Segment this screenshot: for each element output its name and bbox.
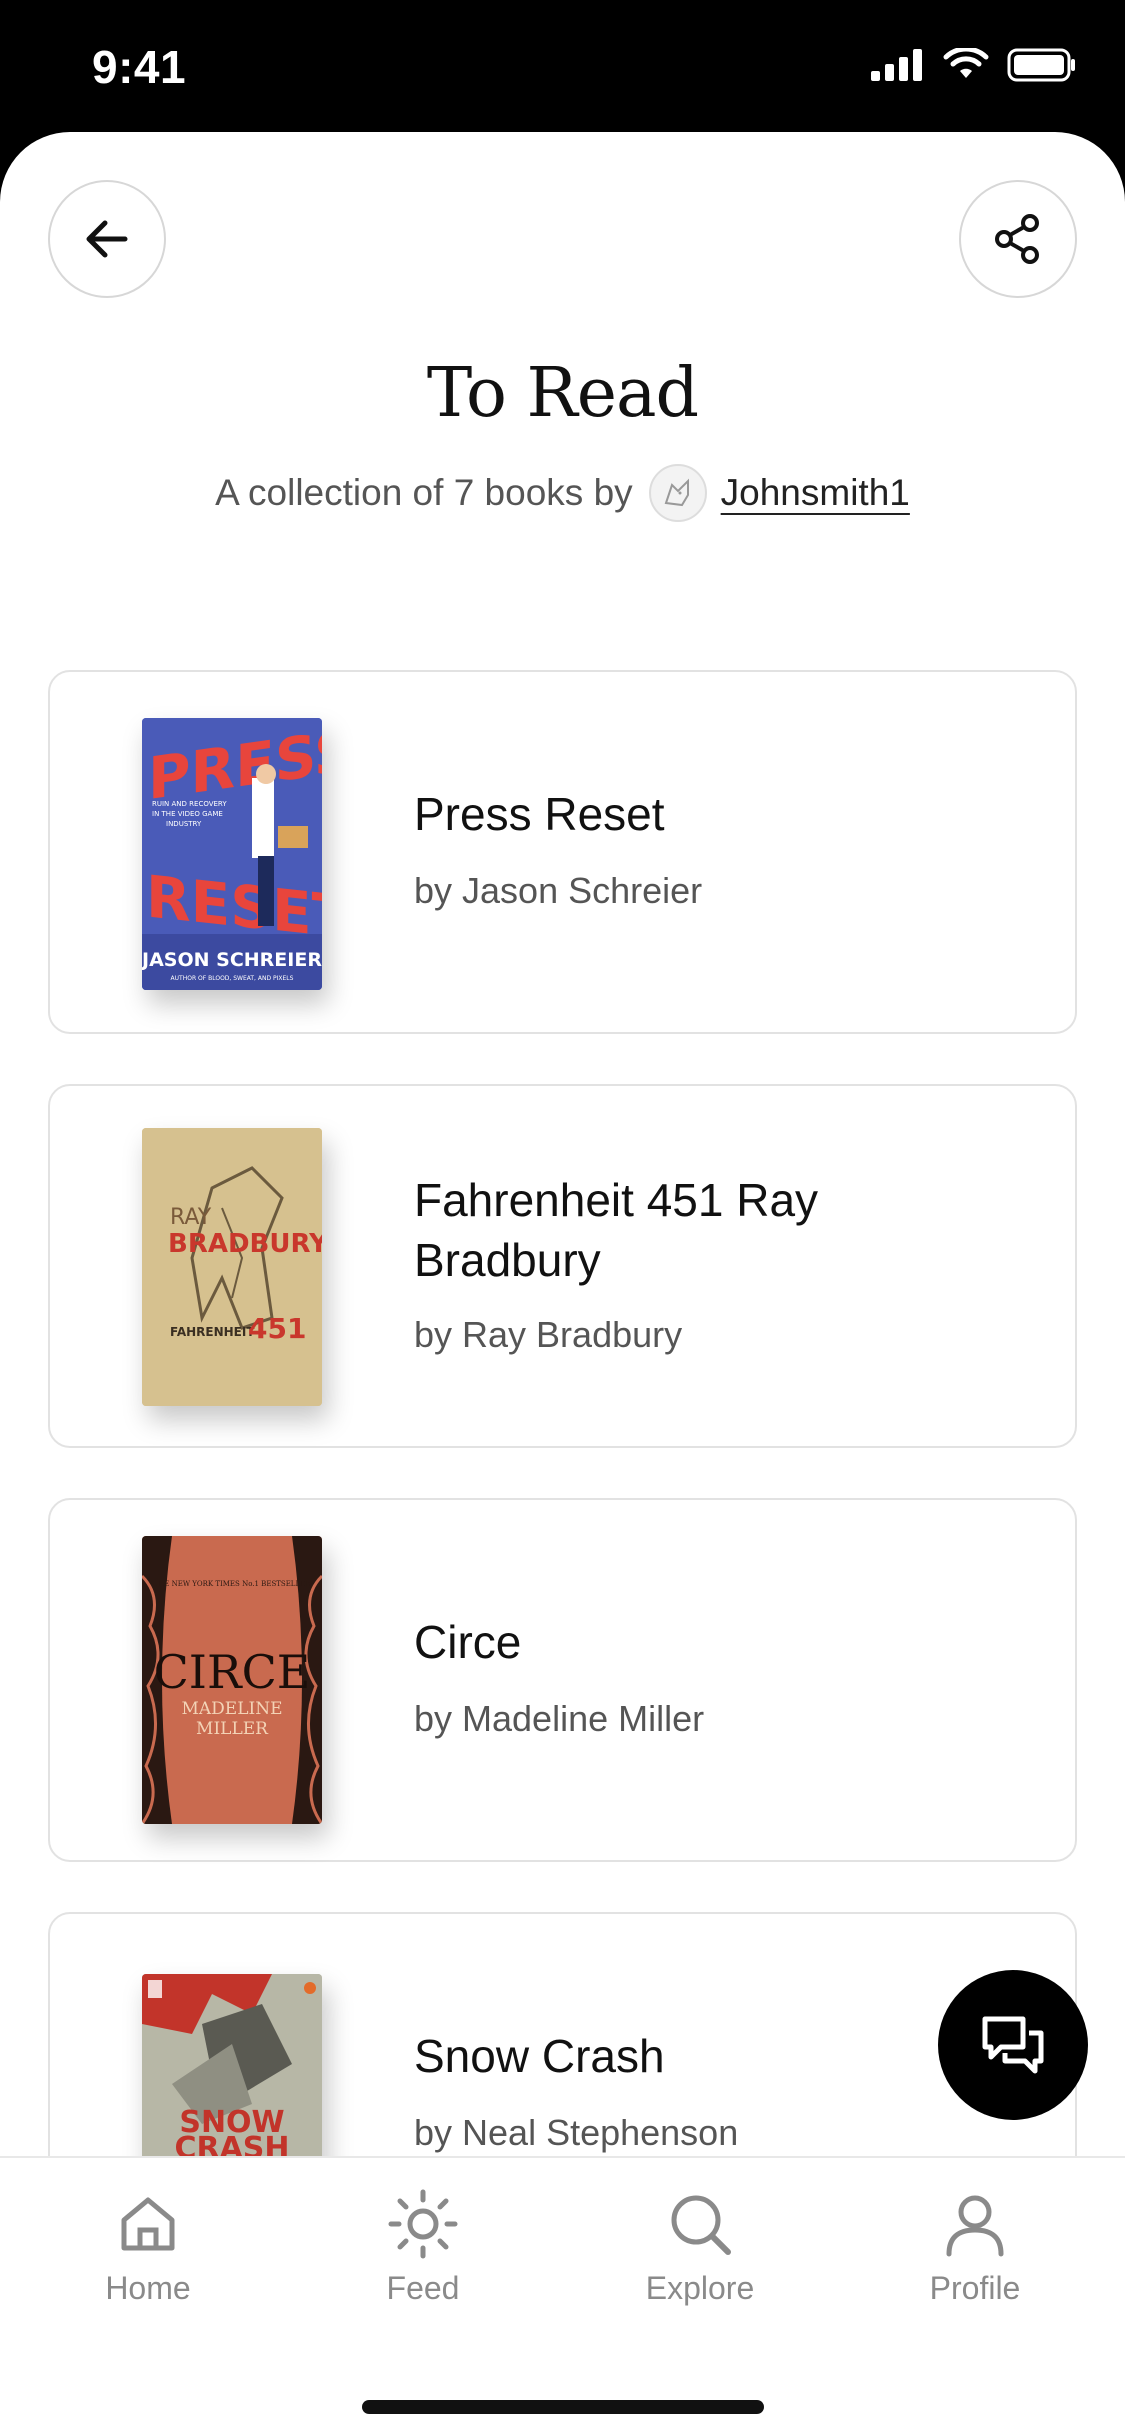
collection-subtitle: A collection of 7 books by Johnsmith1 xyxy=(0,464,1125,522)
cover-book-title: FAHRENHEIT xyxy=(170,1325,255,1339)
chat-bubbles-icon xyxy=(982,2016,1044,2074)
home-indicator[interactable] xyxy=(362,2400,764,2414)
status-icons xyxy=(871,48,1077,82)
cover-author-last: MILLER xyxy=(196,1719,269,1739)
svg-text:AUTHOR OF BLOOD, SWEAT, AND PI: AUTHOR OF BLOOD, SWEAT, AND PIXELS xyxy=(171,975,294,982)
battery-icon xyxy=(1007,48,1075,82)
dog-avatar-icon xyxy=(664,478,689,507)
share-button[interactable] xyxy=(959,180,1077,298)
book-cover: PRESS RUIN AND RECOVERY IN THE VIDEO GAM… xyxy=(142,718,322,990)
circe-cover-art: THE NEW YORK TIMES No.1 BESTSELLER CIRCE… xyxy=(142,1536,322,1824)
book-author: by Ray Bradbury xyxy=(414,1314,683,1355)
subtitle-text: A collection of 7 books by xyxy=(215,472,633,513)
book-title: Fahrenheit 451 Ray Bradbury xyxy=(414,1174,819,1286)
svg-text:IN THE VIDEO GAME: IN THE VIDEO GAME xyxy=(152,810,223,818)
sun-icon xyxy=(388,2189,458,2259)
book-author: by Jason Schreier xyxy=(414,870,703,911)
share-icon xyxy=(995,214,1039,264)
arrow-left-icon xyxy=(86,220,128,258)
nav-item-explore[interactable]: Explore xyxy=(600,2188,800,2307)
nav-label: Feed xyxy=(386,2270,460,2306)
nav-item-profile[interactable]: Profile xyxy=(875,2188,1075,2307)
nav-item-home[interactable]: Home xyxy=(48,2188,248,2307)
book-title: Snow Crash xyxy=(414,2030,665,2082)
book-author: by Madeline Miller xyxy=(414,1698,705,1739)
wifi-icon xyxy=(943,48,989,78)
username-link[interactable]: Johnsmith1 xyxy=(721,472,910,514)
book-cover: THE NEW YORK TIMES No.1 BESTSELLER CIRCE… xyxy=(142,1536,322,1824)
chat-fab-button[interactable] xyxy=(938,1970,1088,2120)
press-reset-cover-art: PRESS RUIN AND RECOVERY IN THE VIDEO GAM… xyxy=(142,718,322,990)
cover-number: 451 xyxy=(248,1312,306,1345)
status-time: 9:41 xyxy=(92,41,187,93)
search-icon xyxy=(671,2195,731,2255)
nav-label: Explore xyxy=(645,2270,755,2306)
book-card[interactable]: THE NEW YORK TIMES No.1 BESTSELLER CIRCE… xyxy=(48,1498,1077,1862)
book-card[interactable]: RAY BRADBURY FAHRENHEIT 451 Fahrenheit 4… xyxy=(48,1084,1077,1448)
status-bar: 9:41 xyxy=(0,0,1125,140)
cover-author-first: RAY xyxy=(170,1205,212,1230)
cover-author-first: MADELINE xyxy=(181,1699,282,1719)
cover-book-title: CIRCE xyxy=(154,1645,311,1699)
book-cover: RAY BRADBURY FAHRENHEIT 451 xyxy=(142,1128,322,1406)
cover-author-last: BRADBURY xyxy=(168,1229,322,1259)
back-button[interactable] xyxy=(48,180,166,298)
nav-label: Profile xyxy=(929,2270,1021,2306)
svg-text:INDUSTRY: INDUSTRY xyxy=(166,820,202,828)
cover-badge: THE NEW YORK TIMES No.1 BESTSELLER xyxy=(153,1580,311,1588)
cover-author: JASON SCHREIER xyxy=(142,949,322,971)
book-card[interactable]: PRESS RUIN AND RECOVERY IN THE VIDEO GAM… xyxy=(48,670,1077,1034)
nav-item-feed[interactable]: Feed xyxy=(323,2188,523,2307)
home-icon xyxy=(121,2197,175,2251)
cellular-signal-icon xyxy=(871,49,922,81)
nav-label: Home xyxy=(105,2270,191,2306)
cover-tagline: RUIN AND RECOVERY xyxy=(152,800,227,808)
book-title: Press Reset xyxy=(414,788,665,840)
bottom-nav: Home Feed Explore Profile xyxy=(0,2156,1125,2436)
page-title: To Read xyxy=(426,354,699,433)
book-title: Circe xyxy=(414,1616,522,1668)
user-icon xyxy=(946,2195,1004,2257)
avatar[interactable] xyxy=(648,464,707,522)
fahrenheit-cover-art: RAY BRADBURY FAHRENHEIT 451 xyxy=(142,1128,322,1406)
book-author: by Neal Stephenson xyxy=(414,2112,739,2153)
